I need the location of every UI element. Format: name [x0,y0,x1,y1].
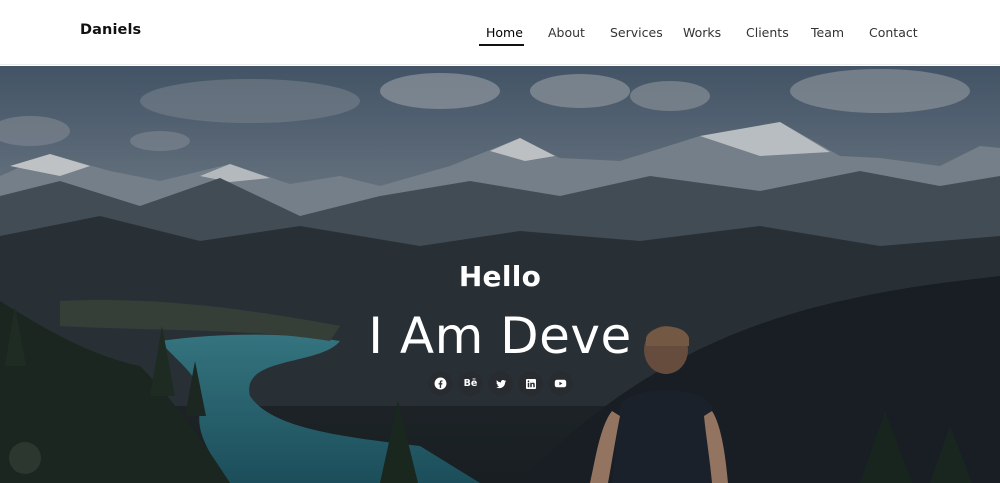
nav-team[interactable]: Team [811,25,844,41]
twitter-link[interactable] [488,371,513,396]
nav-home[interactable]: Home [486,25,523,41]
nav-contact[interactable]: Contact [869,25,918,41]
nav-services[interactable]: Services [610,25,663,41]
nav-clients[interactable]: Clients [746,25,789,41]
behance-link[interactable]: Bē [458,371,483,396]
hero-section: Hello I Am Deve Bē [0,66,1000,483]
facebook-link[interactable] [428,371,453,396]
nav-works[interactable]: Works [683,25,721,41]
youtube-icon [554,377,567,390]
nav-about[interactable]: About [548,25,585,41]
youtube-link[interactable] [548,371,573,396]
active-nav-indicator [479,44,524,46]
hero-greeting: Hello [458,260,542,293]
navbar: Daniels Home About Services Works Client… [0,0,1000,65]
main-nav: Home About Services Works Clients Team C… [0,0,1000,65]
behance-icon: Bē [463,378,478,389]
twitter-icon [495,378,507,390]
facebook-icon [434,377,447,390]
linkedin-link[interactable] [518,371,543,396]
linkedin-icon [525,378,537,390]
social-links: Bē [428,371,576,397]
hero-typed-title: I Am Deve [368,307,632,365]
